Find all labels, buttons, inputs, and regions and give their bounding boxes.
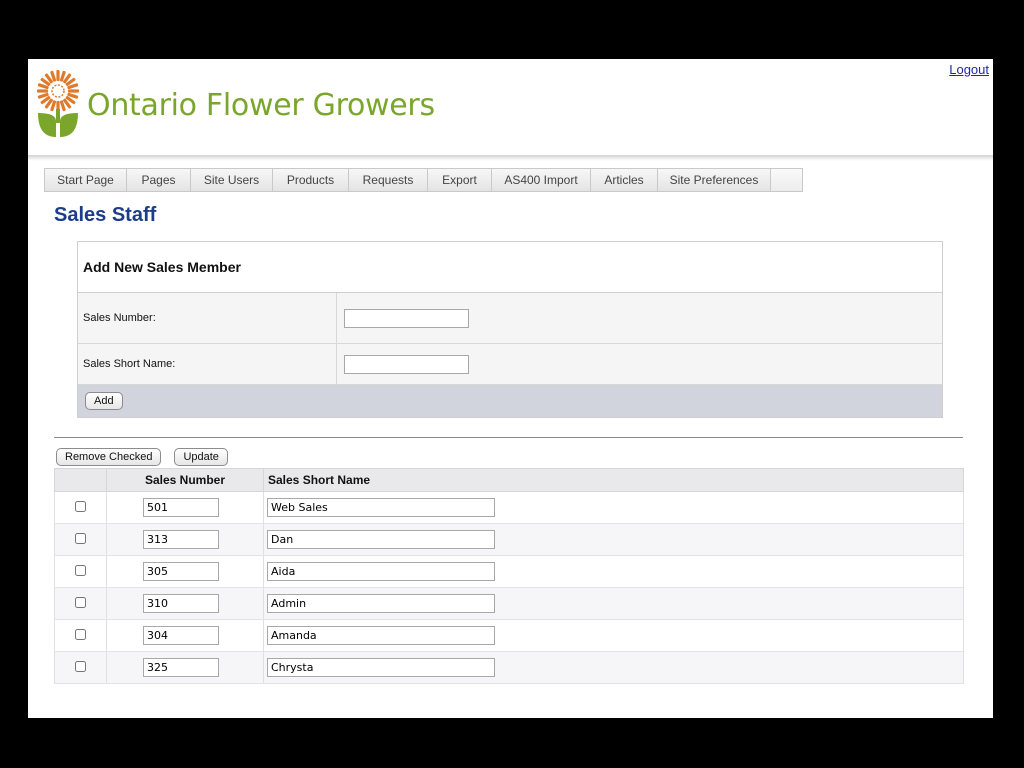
select-cell bbox=[54, 587, 107, 620]
tab-site-preferences[interactable]: Site Preferences bbox=[658, 169, 771, 191]
select-cell bbox=[54, 651, 107, 684]
select-cell bbox=[54, 555, 107, 588]
section-divider bbox=[54, 437, 963, 438]
short-name-field-cell bbox=[337, 344, 469, 384]
row-select-checkbox[interactable] bbox=[75, 564, 86, 576]
form-actions: Add bbox=[78, 385, 942, 417]
tab-export[interactable]: Export bbox=[428, 169, 492, 191]
add-sales-member-form: Add New Sales Member Sales Number: Sales… bbox=[77, 241, 943, 418]
short-name-cell bbox=[263, 651, 964, 684]
row-select-checkbox[interactable] bbox=[75, 532, 86, 544]
sales-number-input[interactable] bbox=[344, 308, 469, 328]
form-heading: Add New Sales Member bbox=[78, 242, 942, 293]
logout-link[interactable]: Logout bbox=[949, 62, 989, 77]
brand-name: Ontario Flower Growers bbox=[87, 88, 435, 123]
short-name-row-input[interactable] bbox=[267, 498, 495, 517]
flower-logo-icon bbox=[37, 70, 79, 137]
tab-products[interactable]: Products bbox=[273, 169, 349, 191]
update-button[interactable]: Update bbox=[174, 448, 228, 466]
tab-pages[interactable]: Pages bbox=[127, 169, 191, 191]
tab-start-page[interactable]: Start Page bbox=[45, 169, 127, 191]
short-name-row-input[interactable] bbox=[267, 626, 495, 645]
short-name-row-input[interactable] bbox=[267, 594, 495, 613]
row-select-checkbox[interactable] bbox=[75, 660, 86, 672]
sales-number-label: Sales Number: bbox=[78, 293, 337, 343]
add-button[interactable]: Add bbox=[85, 392, 123, 410]
sales-number-row: Sales Number: bbox=[78, 293, 942, 344]
header-divider bbox=[28, 155, 993, 161]
short-name-cell bbox=[263, 491, 964, 524]
table-row bbox=[54, 491, 964, 524]
sales-number-column-header: Sales Number bbox=[106, 468, 264, 492]
page-container: Ontario Flower Growers Logout Start Page… bbox=[28, 59, 993, 718]
nav-filler bbox=[771, 169, 802, 191]
sales-number-row-input[interactable] bbox=[143, 626, 219, 645]
remove-checked-button[interactable]: Remove Checked bbox=[56, 448, 162, 466]
table-row bbox=[54, 523, 964, 556]
main-nav: Start Page Pages Site Users Products Req… bbox=[44, 168, 803, 192]
sales-number-row-input[interactable] bbox=[143, 498, 219, 517]
short-name-row: Sales Short Name: bbox=[78, 344, 942, 385]
sales-number-row-input[interactable] bbox=[143, 530, 219, 549]
sales-number-cell bbox=[106, 491, 264, 524]
short-name-cell bbox=[263, 619, 964, 652]
sales-number-field-cell bbox=[337, 293, 469, 343]
short-name-column-header: Sales Short Name bbox=[263, 468, 964, 492]
tab-as400-import[interactable]: AS400 Import bbox=[492, 169, 591, 191]
select-column-header bbox=[54, 468, 107, 492]
tab-site-users[interactable]: Site Users bbox=[191, 169, 273, 191]
table-header-row: Sales Number Sales Short Name bbox=[54, 468, 964, 492]
sales-number-row-input[interactable] bbox=[143, 562, 219, 581]
sales-number-cell bbox=[106, 651, 264, 684]
page-title: Sales Staff bbox=[54, 204, 157, 226]
table-row bbox=[54, 651, 964, 684]
short-name-input[interactable] bbox=[344, 354, 469, 374]
select-cell bbox=[54, 491, 107, 524]
row-select-checkbox[interactable] bbox=[75, 596, 86, 608]
table-row bbox=[54, 619, 964, 652]
site-header: Ontario Flower Growers Logout bbox=[28, 59, 993, 161]
row-select-checkbox[interactable] bbox=[75, 500, 86, 512]
row-select-checkbox[interactable] bbox=[75, 628, 86, 640]
sales-number-cell bbox=[106, 523, 264, 556]
short-name-row-input[interactable] bbox=[267, 530, 495, 549]
tab-requests[interactable]: Requests bbox=[349, 169, 428, 191]
table-row bbox=[54, 587, 964, 620]
short-name-cell bbox=[263, 587, 964, 620]
short-name-row-input[interactable] bbox=[267, 562, 495, 581]
sales-number-cell bbox=[106, 587, 264, 620]
table-row bbox=[54, 555, 964, 588]
short-name-label: Sales Short Name: bbox=[78, 344, 337, 384]
sales-number-row-input[interactable] bbox=[143, 594, 219, 613]
sales-staff-table: Sales Number Sales Short Name bbox=[54, 468, 964, 684]
list-actions: Remove Checked Update bbox=[56, 448, 228, 466]
short-name-cell bbox=[263, 523, 964, 556]
sales-number-row-input[interactable] bbox=[143, 658, 219, 677]
select-cell bbox=[54, 619, 107, 652]
short-name-row-input[interactable] bbox=[267, 658, 495, 677]
sales-number-cell bbox=[106, 619, 264, 652]
tab-articles[interactable]: Articles bbox=[591, 169, 658, 191]
select-cell bbox=[54, 523, 107, 556]
sales-number-cell bbox=[106, 555, 264, 588]
short-name-cell bbox=[263, 555, 964, 588]
